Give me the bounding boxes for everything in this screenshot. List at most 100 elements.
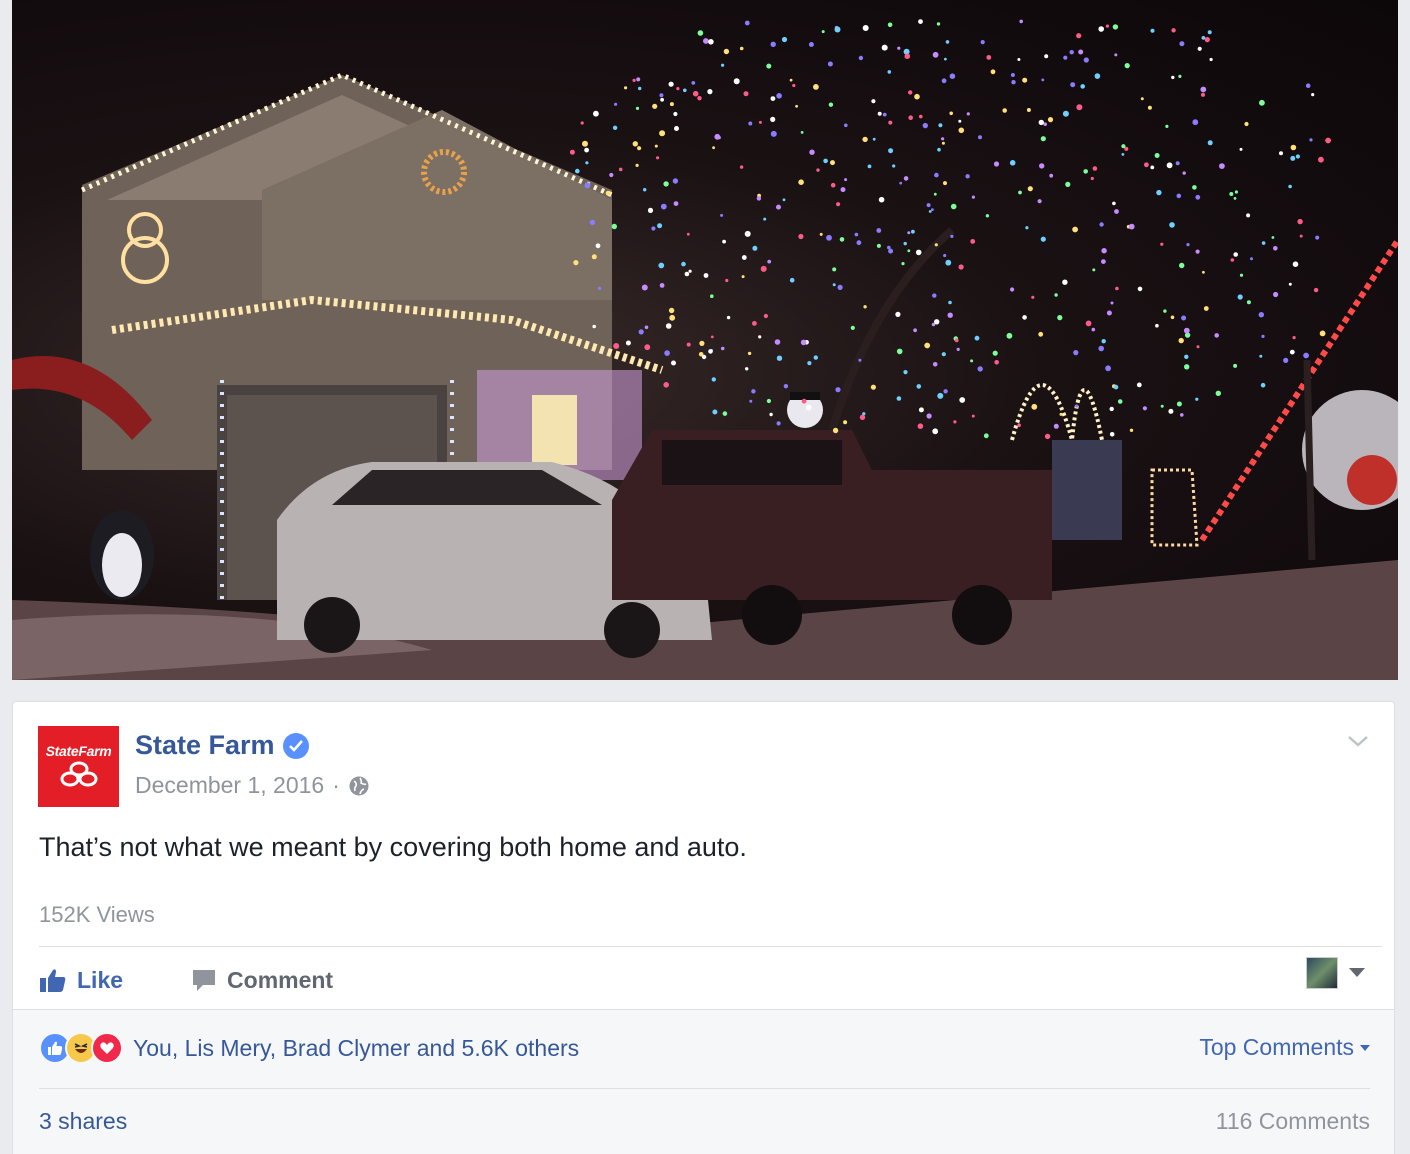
tree-light [1031, 295, 1035, 299]
tree-light [826, 234, 832, 241]
post-card: StateFarm State Farm December 1, 2016 · … [12, 701, 1395, 1154]
tree-light [1092, 166, 1098, 171]
tree-light [944, 57, 947, 61]
tree-light [922, 122, 928, 129]
tree-light [1179, 41, 1185, 47]
tree-light [1073, 350, 1079, 356]
tree-light [876, 228, 882, 233]
tree-light [1204, 37, 1210, 43]
tree-light [1155, 323, 1159, 328]
tree-light [1025, 226, 1029, 230]
tree-light [1197, 46, 1202, 51]
tree-light [1200, 86, 1207, 93]
tree-light [1192, 185, 1197, 190]
tree-light [749, 399, 753, 403]
tree-light [585, 161, 589, 165]
tree-light [926, 203, 931, 208]
post-options-chevron-down-icon[interactable] [1346, 732, 1370, 750]
tree-light [945, 40, 950, 44]
tree-light [722, 239, 726, 244]
tree-light [638, 86, 642, 91]
tree-light [941, 352, 946, 357]
top-comments-label: Top Comments [1199, 1034, 1354, 1060]
like-button[interactable]: Like [39, 967, 123, 994]
tree-light [1090, 176, 1094, 181]
tree-light [1124, 63, 1130, 69]
comment-button[interactable]: Comment [191, 967, 333, 994]
tree-light [928, 210, 932, 213]
tree-light [836, 202, 841, 207]
tree-light [751, 389, 756, 394]
profile-selector[interactable] [1306, 957, 1366, 989]
video-player[interactable] [12, 0, 1398, 680]
tree-light [926, 413, 932, 419]
reaction-icons [39, 1032, 123, 1064]
tree-light [1105, 24, 1109, 28]
tree-light [943, 389, 948, 394]
avatar-brand-text: StateFarm [45, 742, 112, 759]
tree-light [664, 350, 670, 356]
tree-light [1290, 155, 1296, 161]
reactions-summary[interactable]: You, Lis Mery, Brad Clymer and 5.6K othe… [39, 1032, 579, 1064]
tree-light [1154, 153, 1160, 158]
tree-light [1273, 246, 1278, 251]
tree-light [674, 126, 679, 131]
tree-light [733, 78, 740, 85]
tree-light [843, 420, 848, 425]
tree-light [1178, 337, 1184, 344]
tree-light [950, 234, 954, 238]
tree-light [699, 340, 705, 346]
tree-light [871, 99, 876, 104]
comments-count[interactable]: 116 Comments [1216, 1108, 1370, 1135]
tree-light [1106, 310, 1112, 316]
tree-light [938, 123, 943, 128]
tree-light [1292, 261, 1299, 268]
tree-light [1038, 119, 1045, 126]
tree-light [1305, 83, 1311, 88]
tree-light [1057, 315, 1063, 321]
globe-icon[interactable] [348, 775, 370, 797]
tree-light [665, 323, 672, 329]
tree-light [1171, 75, 1175, 80]
tree-light [1027, 186, 1033, 192]
top-comments-dropdown[interactable]: Top Comments [1199, 1034, 1370, 1061]
tree-light [652, 103, 658, 109]
tree-light [597, 286, 602, 290]
tree-light [941, 78, 947, 84]
tree-light [1098, 26, 1104, 32]
tree-light [1289, 349, 1295, 355]
tree-light [1318, 156, 1324, 163]
tree-light [1101, 339, 1106, 344]
tree-light [882, 112, 887, 117]
tree-light [739, 46, 744, 51]
post-date[interactable]: December 1, 2016 [135, 772, 324, 799]
tree-light [1047, 117, 1054, 123]
page-name[interactable]: State Farm [135, 730, 309, 761]
tree-light [776, 93, 782, 99]
page-avatar[interactable]: StateFarm [38, 726, 119, 807]
tree-light [985, 214, 990, 218]
tree-light [932, 51, 939, 58]
reactors-text[interactable]: You, Lis Mery, Brad Clymer and 5.6K othe… [133, 1035, 579, 1062]
shares-count[interactable]: 3 shares [39, 1108, 127, 1135]
tree-light [903, 176, 909, 181]
page-name-label[interactable]: State Farm [135, 730, 275, 761]
tree-light [707, 89, 713, 95]
tree-light [800, 131, 804, 134]
tree-light [1044, 54, 1049, 59]
tree-light [580, 121, 584, 125]
tree-light [1209, 57, 1213, 62]
meta-separator: · [332, 772, 340, 798]
tree-light [703, 273, 709, 278]
tree-light [770, 130, 777, 137]
tree-light [605, 190, 611, 196]
tree-light [1303, 352, 1309, 359]
tree-light [958, 119, 962, 123]
tree-light [958, 127, 965, 134]
tree-light [911, 229, 915, 234]
tree-light [827, 61, 833, 67]
caret-down-icon [1360, 1044, 1370, 1051]
tree-light [1239, 273, 1244, 277]
tree-light [668, 307, 675, 314]
tree-light [1038, 331, 1044, 337]
